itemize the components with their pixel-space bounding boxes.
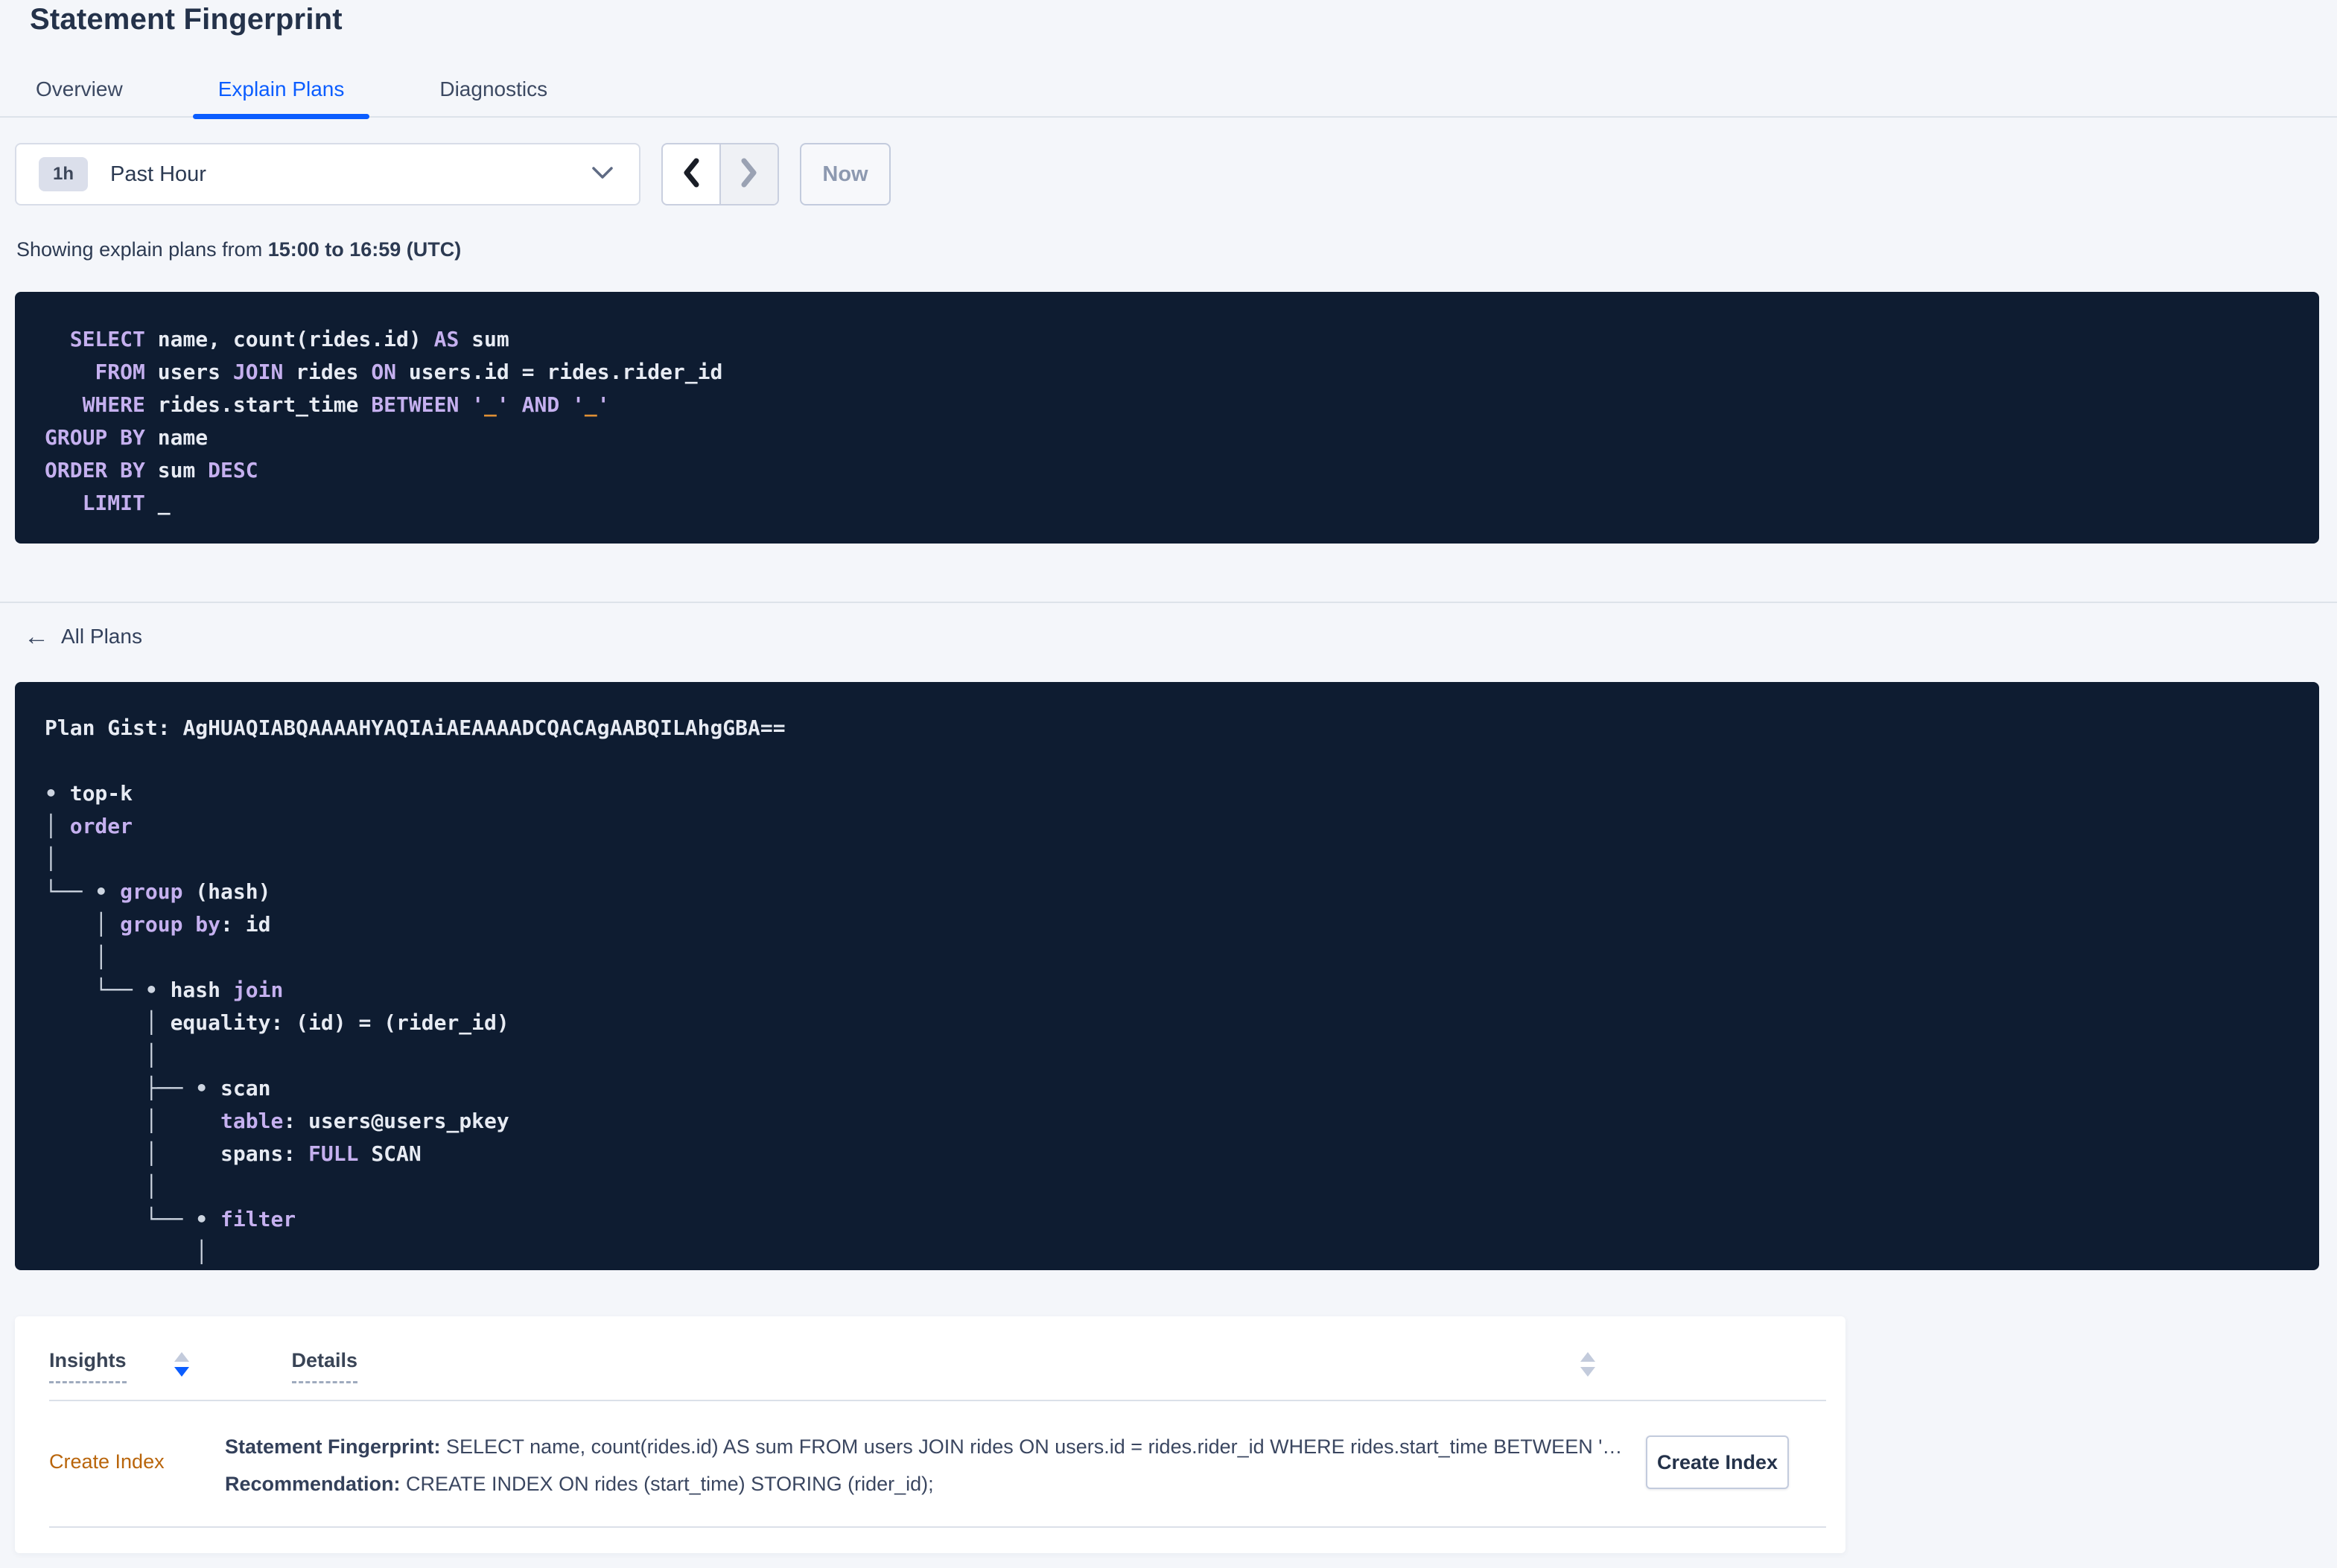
time-range-badge: 1h [39,157,89,191]
sql-code: SELECT name, count(rides.id) AS sum FROM… [45,327,723,515]
all-plans-link[interactable]: ← All Plans [24,624,142,649]
header-divider [49,1400,1826,1401]
section-divider [0,602,2337,603]
insights-column-header[interactable]: Insights [49,1349,127,1383]
left-arrow-icon: ← [24,622,49,651]
time-range-value: 15:00 to 16:59 (UTC) [267,238,462,261]
time-range-dropdown[interactable]: 1h Past Hour [15,143,640,205]
tab-bar: Overview Explain Plans Diagnostics [0,63,2337,119]
sort-icon-details[interactable] [1580,1352,1595,1377]
create-index-button[interactable]: Create Index [1646,1435,1789,1489]
insights-table: Insights Details Create Index Statement … [15,1316,1845,1553]
plan-tree-code: Plan Gist: AgHUAQIABQAAAAHYAQIAiAEAAAADC… [45,716,786,1264]
insights-table-header: Insights Details [49,1349,358,1383]
next-time-window-button[interactable] [719,144,778,204]
chevron-down-icon [591,165,614,184]
all-plans-label: All Plans [61,625,142,648]
tab-overview[interactable]: Overview [10,63,148,116]
chevron-left-icon [681,157,701,192]
tab-diagnostics[interactable]: Diagnostics [414,63,573,116]
sql-statement-block: SELECT name, count(rides.id) AS sum FROM… [15,292,2319,544]
showing-range-text: Showing explain plans from 15:00 to 16:5… [16,238,462,261]
sort-icon-insights[interactable] [174,1352,189,1377]
time-range-label: Past Hour [110,162,206,186]
now-button[interactable]: Now [800,143,891,205]
insight-type-link[interactable]: Create Index [49,1450,165,1473]
prev-time-window-button[interactable] [663,144,719,204]
details-column-header[interactable]: Details [291,1349,358,1383]
time-window-stepper [661,143,779,205]
page-title: Statement Fingerprint [30,3,343,36]
row-divider [49,1526,1826,1528]
time-range-toolbar: 1h Past Hour Now [15,143,891,205]
chevron-right-icon [740,157,759,192]
plan-gist-block: Plan Gist: AgHUAQIABQAAAAHYAQIAiAEAAAADC… [15,682,2319,1270]
tab-explain-plans[interactable]: Explain Plans [192,63,370,119]
statement-fingerprint-line: Statement Fingerprint: SELECT name, coun… [225,1435,1625,1458]
recommendation-line: Recommendation: CREATE INDEX ON rides (s… [225,1473,934,1495]
details-cell: Statement Fingerprint: SELECT name, coun… [225,1428,1625,1502]
